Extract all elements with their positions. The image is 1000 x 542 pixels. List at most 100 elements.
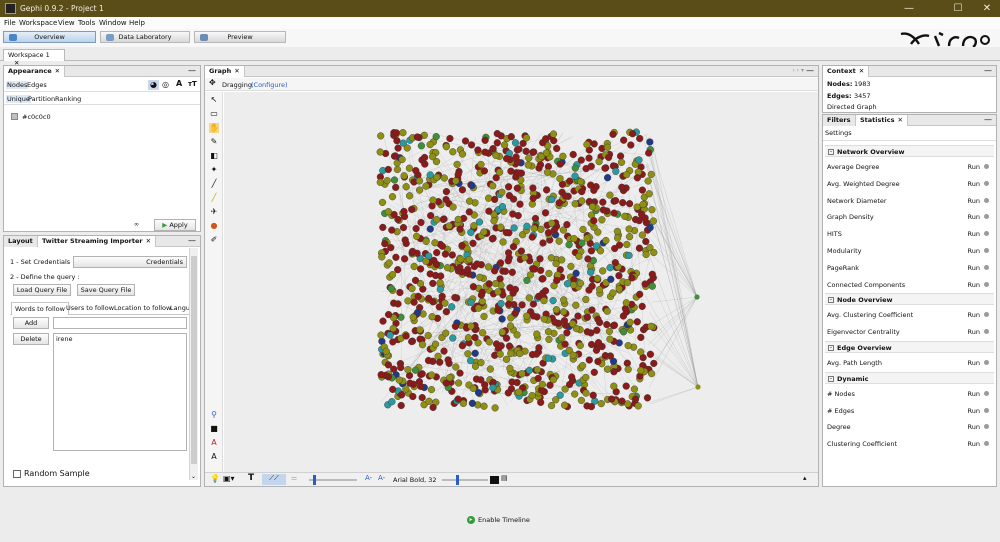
graph-node[interactable] (607, 275, 615, 283)
configure-link[interactable]: (Configure) (251, 81, 288, 89)
select-arrow-icon[interactable]: ↖ (209, 95, 219, 105)
graph-node[interactable] (605, 327, 614, 336)
stat-info-icon[interactable] (984, 390, 989, 396)
graph-node[interactable] (429, 153, 437, 161)
label-color-icon[interactable]: A (176, 79, 182, 88)
graph-node[interactable] (545, 335, 553, 344)
minimize-button[interactable]: — (900, 2, 918, 15)
graph-node[interactable] (537, 225, 545, 233)
graph-node[interactable] (634, 402, 642, 410)
graph-node[interactable] (528, 233, 536, 241)
graph-node[interactable] (492, 151, 500, 160)
graph-node[interactable] (480, 228, 488, 236)
graph-node[interactable] (550, 226, 558, 234)
graph-node[interactable] (599, 267, 607, 275)
graph-node[interactable] (622, 382, 630, 390)
graph-node[interactable] (626, 233, 634, 241)
graph-node[interactable] (486, 365, 494, 373)
graph-node[interactable] (588, 306, 596, 314)
run-button[interactable]: Run (968, 407, 980, 415)
graph-node[interactable] (405, 371, 414, 380)
graph-node[interactable] (412, 225, 420, 233)
graph-node[interactable] (603, 307, 611, 315)
graph-node[interactable] (471, 349, 479, 357)
label-attributes-icon[interactable]: ▤ (501, 474, 508, 482)
graph-node[interactable] (494, 288, 502, 296)
graph-node[interactable] (533, 330, 541, 338)
graph-node[interactable] (415, 378, 424, 386)
graph-node[interactable] (517, 247, 526, 255)
graph-node[interactable] (588, 340, 596, 349)
graph-node[interactable] (614, 234, 622, 242)
graph-node[interactable] (621, 212, 629, 220)
context-minimize-icon[interactable]: — (984, 66, 992, 76)
auto-apply-icon[interactable]: ∞ (134, 221, 139, 228)
graph-node[interactable] (454, 215, 462, 224)
graph-node[interactable] (569, 320, 577, 328)
graph-node[interactable] (516, 349, 524, 358)
graph-node[interactable] (499, 238, 507, 246)
graph-node[interactable] (464, 265, 472, 274)
graph-node[interactable] (561, 385, 569, 393)
graph-node[interactable] (645, 149, 653, 157)
graph-node[interactable] (648, 370, 656, 378)
heat-map-icon[interactable]: ● (209, 221, 219, 231)
graph-node[interactable] (399, 224, 408, 232)
graph-node[interactable] (429, 298, 437, 306)
graph-node[interactable] (390, 365, 398, 373)
graph-node[interactable] (695, 384, 701, 390)
graph-node[interactable] (416, 326, 424, 334)
graph-node[interactable] (456, 369, 464, 377)
graph-node[interactable] (431, 340, 440, 348)
graph-node[interactable] (477, 160, 485, 169)
graph-node[interactable] (485, 207, 493, 215)
graph-minimize-icon[interactable]: — (806, 66, 814, 76)
graph-node[interactable] (491, 267, 499, 275)
graph-node[interactable] (511, 139, 520, 147)
graph-node[interactable] (603, 321, 611, 329)
graph-node[interactable] (388, 271, 397, 279)
graph-node[interactable] (638, 186, 647, 194)
graph-node[interactable] (568, 373, 576, 381)
pencil-icon[interactable]: ✎ (209, 137, 219, 147)
graph-node[interactable] (612, 196, 620, 205)
words-list[interactable]: irene (53, 333, 187, 451)
graph-node[interactable] (505, 183, 513, 191)
workspace-tab[interactable]: Workspace 1 ✕ (3, 49, 65, 67)
graph-node[interactable] (561, 340, 569, 348)
graph-node[interactable] (449, 148, 457, 156)
graph-node[interactable] (583, 328, 591, 336)
graph-node[interactable] (429, 279, 437, 288)
graph-node[interactable] (397, 363, 405, 372)
graph-node[interactable] (404, 366, 412, 374)
graph-node[interactable] (506, 364, 514, 373)
tab-partition[interactable]: Partition (28, 95, 55, 103)
graph-node[interactable] (379, 223, 387, 232)
graph-node[interactable] (606, 335, 614, 343)
graph-node[interactable] (500, 141, 509, 149)
graph-canvas[interactable] (224, 92, 818, 472)
graph-node[interactable] (589, 391, 597, 399)
graph-node[interactable] (441, 250, 450, 258)
graph-node[interactable] (593, 274, 602, 283)
graph-node[interactable] (422, 237, 430, 246)
graph-node[interactable] (421, 153, 429, 162)
graph-node[interactable] (529, 265, 537, 273)
collapse-icon[interactable]: - (828, 345, 834, 351)
graph-node[interactable] (376, 148, 384, 156)
graph-node[interactable] (442, 187, 451, 196)
graph-node[interactable] (498, 202, 507, 211)
graph-node[interactable] (503, 154, 511, 163)
light-bulb-icon[interactable]: 💡 (210, 474, 220, 483)
graph-node[interactable] (471, 362, 480, 370)
label-size-icon[interactable]: тT (188, 80, 197, 88)
graph-node[interactable] (543, 168, 552, 176)
graph-node[interactable] (610, 209, 618, 217)
graph-node[interactable] (548, 195, 556, 204)
graph-node[interactable] (610, 368, 618, 376)
graph-node[interactable] (418, 341, 427, 349)
graph-node[interactable] (605, 153, 613, 162)
graph-node[interactable] (625, 251, 633, 260)
screenshot-icon[interactable]: ▣▾ (223, 474, 235, 483)
graph-node[interactable] (376, 178, 384, 186)
